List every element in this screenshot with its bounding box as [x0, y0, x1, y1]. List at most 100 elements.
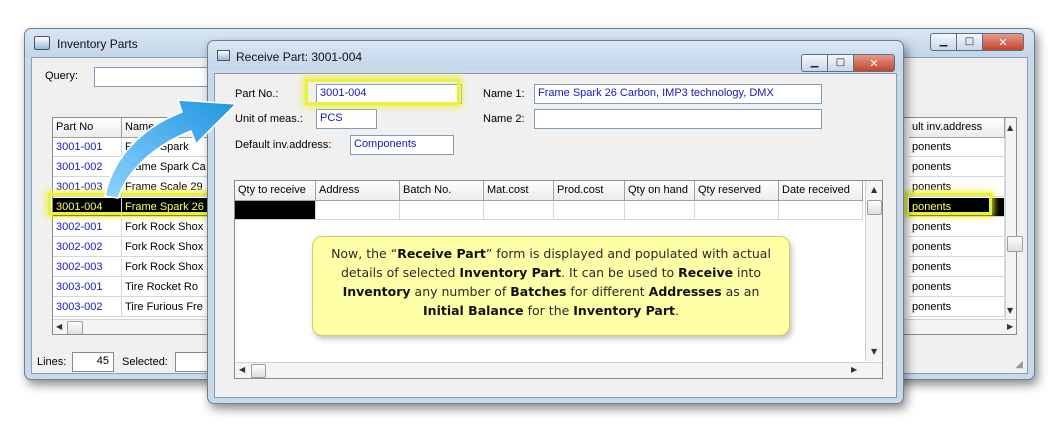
col-header-address[interactable]: Address: [316, 181, 400, 201]
part-no-cell[interactable]: 3002-003: [53, 258, 122, 277]
uom-label: Unit of meas.:: [235, 113, 303, 125]
inv-address-cell[interactable]: ponents: [909, 178, 1005, 197]
inv-address-cell[interactable]: ponents: [909, 138, 1005, 157]
col-header-inv-address[interactable]: ult inv.address: [909, 118, 1005, 138]
scroll-right-icon[interactable]: ▶: [1007, 322, 1013, 331]
col-header-part-no[interactable]: Part No: [53, 118, 122, 138]
maximize-icon: □: [964, 36, 975, 47]
dialog-window-icon: [217, 50, 230, 61]
part-no-field[interactable]: 3001-004: [316, 84, 462, 104]
part-no-cell[interactable]: 3001-004: [53, 198, 122, 217]
name1-label: Name 1:: [483, 88, 525, 100]
dialog-horizontal-thumb[interactable]: [251, 364, 266, 378]
scroll-down-icon[interactable]: ▼: [871, 347, 877, 356]
uom-field[interactable]: PCS: [316, 109, 377, 129]
lines-count: 45: [72, 352, 114, 372]
dialog-maximize-button[interactable]: □: [827, 54, 854, 72]
scroll-right-icon[interactable]: ▶: [851, 365, 857, 374]
dialog-close-button[interactable]: ✕: [853, 54, 895, 72]
inv-address-cell[interactable]: ponents: [909, 238, 1005, 257]
qty-reserved-cell[interactable]: [695, 201, 779, 220]
part-name-cell[interactable]: Frame Spark 26: [122, 198, 212, 217]
col-header-qty-to-receive[interactable]: Qty to receive: [235, 181, 316, 201]
default-address-field[interactable]: Components: [350, 135, 454, 155]
col-header-qty-on-hand[interactable]: Qty on hand: [625, 181, 695, 201]
batch-no-cell[interactable]: [400, 201, 484, 220]
vertical-scrollbar[interactable]: ▲ ▼: [1005, 118, 1016, 319]
part-name-cell[interactable]: Tire Furious Fre: [122, 298, 212, 317]
inv-address-cell[interactable]: ponents: [909, 298, 1005, 317]
name2-field[interactable]: [534, 109, 822, 129]
part-name-cell[interactable]: Tire Rocket Ro: [122, 278, 212, 297]
part-name-cell[interactable]: Frame Scale 29: [122, 178, 212, 197]
callout-bold: Inventory Part: [573, 303, 675, 318]
mat-cost-cell[interactable]: [484, 201, 554, 220]
receive-part-dialog: Receive Part: 3001-004 ▁ □ ✕ Part No.: 3…: [207, 40, 904, 404]
inventory-parts-title: Inventory Parts: [57, 37, 138, 51]
part-no-label: Part No.:: [235, 88, 279, 100]
part-no-cell[interactable]: 3001-002: [53, 158, 122, 177]
dialog-vertical-scrollbar[interactable]: ▲ ▼: [865, 181, 882, 361]
receive-part-titlebar: Receive Part: 3001-004 ▁ □ ✕: [208, 41, 903, 72]
selected-label: Selected:: [122, 356, 168, 368]
col-header-mat-cost[interactable]: Mat.cost: [484, 181, 554, 201]
part-no-cell[interactable]: 3003-001: [53, 278, 122, 297]
qty-to-receive-cell[interactable]: [235, 201, 316, 220]
part-name-cell[interactable]: Fork Rock Shox: [122, 218, 212, 237]
qty-on-hand-cell[interactable]: [625, 201, 695, 220]
part-no-cell[interactable]: 3001-003: [53, 178, 122, 197]
inv-address-cell[interactable]: ponents: [909, 198, 1005, 217]
col-header-qty-reserved[interactable]: Qty reserved: [695, 181, 779, 201]
callout-text: . It can be used to: [561, 265, 679, 280]
instruction-callout: Now, the “Receive Part” form is displaye…: [312, 236, 790, 336]
query-label: Query:: [45, 70, 79, 82]
part-no-cell[interactable]: 3001-001: [53, 138, 122, 157]
dialog-horizontal-scrollbar[interactable]: ◀ ▶: [235, 362, 882, 378]
receive-part-title: Receive Part: 3001-004: [236, 50, 363, 64]
callout-bold: Inventory Part: [459, 265, 562, 280]
part-name-cell[interactable]: Fork Rock Shox: [122, 258, 212, 277]
callout-bold: Addresses: [648, 284, 722, 299]
inv-address-cell[interactable]: ponents: [909, 258, 1005, 277]
callout-text: for different: [566, 284, 649, 299]
part-name-cell[interactable]: Frame Spark: [122, 138, 212, 157]
inv-address-cell[interactable]: ponents: [909, 278, 1005, 297]
maximize-button[interactable]: □: [956, 33, 983, 51]
part-name-cell[interactable]: Fork Rock Shox: [122, 238, 212, 257]
scroll-up-icon[interactable]: ▲: [871, 185, 877, 194]
part-name-cell[interactable]: Frame Spark Ca: [122, 158, 212, 177]
address-cell[interactable]: [316, 201, 400, 220]
part-no-cell[interactable]: 3002-002: [53, 238, 122, 257]
scroll-down-icon[interactable]: ▼: [1007, 306, 1013, 315]
col-header-prod-cost[interactable]: Prod.cost: [554, 181, 625, 201]
callout-text: as an: [721, 284, 760, 299]
query-input[interactable]: [94, 67, 214, 87]
dialog-minimize-button[interactable]: ▁: [801, 54, 828, 72]
horizontal-scroll-thumb[interactable]: [67, 321, 83, 334]
part-no-cell[interactable]: 3002-001: [53, 218, 122, 237]
date-received-cell[interactable]: [779, 201, 863, 220]
callout-bold: Batches: [510, 284, 567, 299]
close-icon: ✕: [869, 56, 879, 70]
vertical-scroll-thumb[interactable]: [1007, 236, 1023, 252]
scroll-left-icon[interactable]: ◀: [239, 365, 245, 374]
callout-bold: Receive Part: [397, 246, 486, 261]
part-no-cell[interactable]: 3003-002: [53, 298, 122, 317]
inv-address-cell[interactable]: ponents: [909, 158, 1005, 177]
name1-field[interactable]: Frame Spark 26 Carbon, IMP3 technology, …: [534, 84, 822, 104]
close-icon: ✕: [998, 35, 1008, 49]
minimize-button[interactable]: ▁: [930, 33, 957, 51]
scroll-up-icon[interactable]: ▲: [1007, 123, 1013, 132]
prod-cost-cell[interactable]: [554, 201, 625, 220]
col-header-date-received[interactable]: Date received: [779, 181, 863, 201]
scroll-left-icon[interactable]: ◀: [56, 322, 62, 331]
callout-text: any number of: [410, 284, 511, 299]
col-header-batch-no[interactable]: Batch No.: [400, 181, 484, 201]
callout-text: .: [674, 303, 679, 318]
dialog-vertical-thumb[interactable]: [867, 200, 882, 215]
callout-text: for the: [523, 303, 574, 318]
resize-grip-icon[interactable]: ◢: [1015, 359, 1023, 370]
close-button[interactable]: ✕: [982, 33, 1024, 51]
col-header-name[interactable]: Name: [122, 118, 212, 138]
inv-address-cell[interactable]: ponents: [909, 218, 1005, 237]
